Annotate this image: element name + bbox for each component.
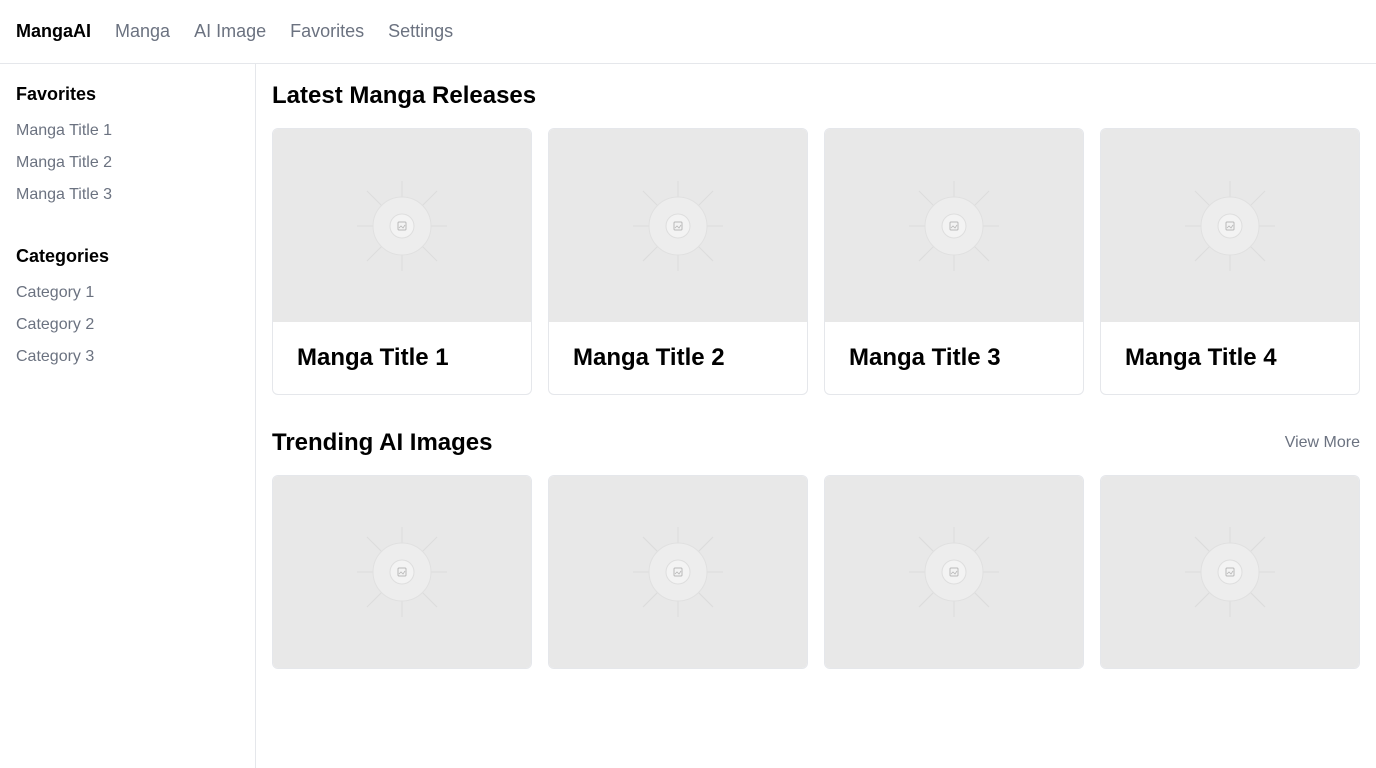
manga-card[interactable]: Manga Title 3 <box>824 128 1084 395</box>
image-placeholder-icon <box>909 527 999 617</box>
nav-link-favorites[interactable]: Favorites <box>290 21 364 42</box>
view-more-link[interactable]: View More <box>1285 434 1360 452</box>
trending-images-section: Trending AI Images View More <box>272 427 1360 669</box>
trending-images-grid <box>272 475 1360 669</box>
latest-releases-title: Latest Manga Releases <box>272 82 537 109</box>
manga-card[interactable]: Manga Title 1 <box>272 128 532 395</box>
top-navigation: MangaAI Manga AI Image Favorites Setting… <box>0 0 1376 64</box>
sidebar-item-favorite[interactable]: Manga Title 3 <box>16 179 239 211</box>
manga-card-title: Manga Title 2 <box>573 344 725 371</box>
sidebar-item-category[interactable]: Category 2 <box>16 309 239 341</box>
sidebar-categories-list: Category 1 Category 2 Category 3 <box>16 277 239 373</box>
ai-image-card[interactable] <box>1100 475 1360 669</box>
sidebar-favorites-section: Favorites Manga Title 1 Manga Title 2 Ma… <box>16 83 239 211</box>
sidebar-item-favorite[interactable]: Manga Title 2 <box>16 147 239 179</box>
manga-card-title: Manga Title 3 <box>849 344 1001 371</box>
nav-link-ai-image[interactable]: AI Image <box>194 21 266 42</box>
sidebar-categories-heading: Categories <box>16 246 110 266</box>
manga-card[interactable]: Manga Title 2 <box>548 128 808 395</box>
sidebar-categories-section: Categories Category 1 Category 2 Categor… <box>16 245 239 373</box>
latest-releases-section: Latest Manga Releases Manga Title 1 Mang… <box>272 80 1360 395</box>
sidebar-item-category[interactable]: Category 3 <box>16 341 239 373</box>
sidebar-favorites-list: Manga Title 1 Manga Title 2 Manga Title … <box>16 115 239 211</box>
image-placeholder-icon <box>357 180 447 271</box>
manga-cover-image <box>1101 129 1359 322</box>
trending-images-header: Trending AI Images View More <box>272 427 1360 459</box>
image-placeholder-icon <box>633 180 723 271</box>
image-placeholder-icon <box>909 180 999 271</box>
latest-releases-grid: Manga Title 1 Manga Title 2 Manga Title … <box>272 128 1360 395</box>
ai-image-card[interactable] <box>272 475 532 669</box>
manga-cover-image <box>549 129 807 322</box>
image-placeholder-icon <box>357 527 447 617</box>
image-placeholder-icon <box>1185 180 1275 271</box>
ai-image-card[interactable] <box>824 475 1084 669</box>
image-placeholder-icon <box>633 527 723 617</box>
sidebar-item-favorite[interactable]: Manga Title 1 <box>16 115 239 147</box>
ai-image <box>1101 476 1359 668</box>
nav-link-settings[interactable]: Settings <box>388 21 453 42</box>
sidebar-item-category[interactable]: Category 1 <box>16 277 239 309</box>
ai-image <box>825 476 1083 668</box>
manga-cover-image <box>825 129 1083 322</box>
brand-logo[interactable]: MangaAI <box>16 21 91 42</box>
manga-card-title: Manga Title 4 <box>1125 344 1277 371</box>
trending-images-title: Trending AI Images <box>272 429 493 456</box>
ai-image <box>549 476 807 668</box>
manga-card-title: Manga Title 1 <box>297 344 449 371</box>
manga-card[interactable]: Manga Title 4 <box>1100 128 1360 395</box>
sidebar-favorites-heading: Favorites <box>16 84 97 104</box>
main-content: Latest Manga Releases Manga Title 1 Mang… <box>256 64 1376 768</box>
latest-releases-header: Latest Manga Releases <box>272 80 1360 112</box>
sidebar: Favorites Manga Title 1 Manga Title 2 Ma… <box>0 64 256 768</box>
ai-image-card[interactable] <box>548 475 808 669</box>
manga-cover-image <box>273 129 531 322</box>
ai-image <box>273 476 531 668</box>
image-placeholder-icon <box>1185 527 1275 617</box>
nav-link-manga[interactable]: Manga <box>115 21 170 42</box>
